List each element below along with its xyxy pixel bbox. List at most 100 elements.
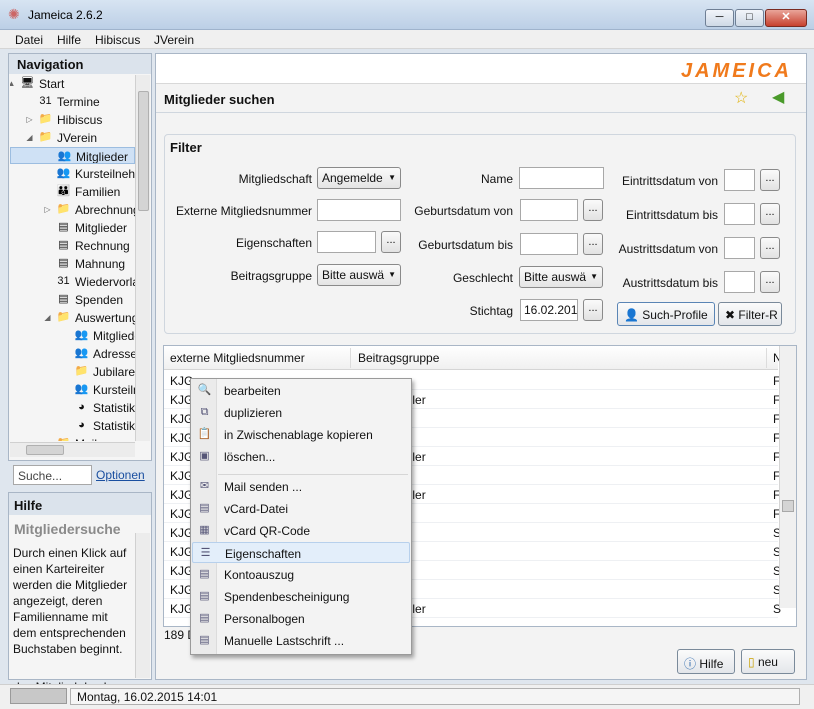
nav-item-9[interactable]: ▤ Rechnung: [10, 237, 135, 254]
mitgliedschaft-select[interactable]: Angemelde ▼: [317, 167, 401, 189]
nav-item-13[interactable]: ◢📁 Auswertungen: [10, 309, 135, 326]
navigation-search-input[interactable]: Suche...: [13, 465, 92, 485]
austritt-bis-dots-button[interactable]: ...: [760, 271, 780, 293]
ext-nr-field[interactable]: [317, 199, 401, 221]
nav-item-label: Statistik: [93, 419, 135, 433]
maximize-button[interactable]: □: [735, 9, 764, 27]
nav-item-8[interactable]: ▤ Mitglieder: [10, 219, 135, 236]
geburt-bis-dots-button[interactable]: ...: [583, 233, 603, 255]
eintritt-von-field[interactable]: [724, 169, 755, 191]
nav-item-16[interactable]: 📁 Jubilare: [10, 363, 135, 380]
column-beitragsgruppe[interactable]: Beitragsgruppe: [358, 351, 439, 365]
help-paragraph-1: Durch einen Klick auf einen Karteireiter…: [13, 546, 128, 656]
report-icon: ▤: [199, 634, 210, 646]
close-button[interactable]: ✕: [765, 9, 807, 27]
eintritt-bis-dots-button[interactable]: ...: [760, 203, 780, 225]
expand-toggle-icon[interactable]: ◢: [40, 311, 55, 324]
menu-item-kontoauszug[interactable]: ▤ Kontoauszug: [192, 564, 410, 585]
eigenschaften-field[interactable]: [317, 231, 376, 253]
user-icon: 👤: [624, 308, 639, 322]
options-link[interactable]: Optionen: [96, 468, 145, 482]
table-scrollbar[interactable]: [779, 346, 796, 608]
stichtag-dots-button[interactable]: ...: [583, 299, 603, 321]
name-field[interactable]: [519, 167, 604, 189]
nav-item-label: Familien: [75, 185, 121, 199]
beitragsgruppe-label: Beitragsgruppe: [230, 269, 312, 283]
nav-item-18[interactable]: ◕ Statistik: [10, 399, 135, 416]
menu-item-vcard-qr-code[interactable]: ▦ vCard QR-Code: [192, 520, 410, 541]
nav-item-6[interactable]: 👪 Familien: [10, 183, 135, 200]
menu-datei[interactable]: Datei: [15, 33, 43, 47]
austritt-von-field[interactable]: [724, 237, 755, 259]
new-document-icon: ▯: [748, 655, 755, 669]
menu-item-manuelle-lastschrift[interactable]: ▤ Manuelle Lastschrift ...: [192, 630, 410, 651]
filter-reset-button[interactable]: ✖ Filter-R: [718, 302, 782, 326]
nav-item-10[interactable]: ▤ Mahnung: [10, 255, 135, 272]
nav-item-4[interactable]: 👥 Mitglieder: [10, 147, 135, 164]
menu-item-vcard-datei[interactable]: ▤ vCard-Datei: [192, 498, 410, 519]
navigation-scrollbar[interactable]: [135, 75, 150, 441]
beitragsgruppe-select[interactable]: Bitte auswä ▼: [317, 264, 401, 286]
nav-item-5[interactable]: 👥 Kursteilnehmer: [10, 165, 135, 182]
geburt-bis-field[interactable]: [520, 233, 578, 255]
nav-item-label: Rechnung: [75, 239, 130, 253]
menu-item-in-zwischenablage-kopieren[interactable]: 📋 in Zwischenablage kopieren: [192, 424, 410, 445]
nav-item-14[interactable]: 👥 Mitglieder: [10, 327, 135, 344]
nav-item-label: Mitglieder: [76, 150, 129, 164]
nav-item-12[interactable]: ▤ Spenden: [10, 291, 135, 308]
nav-item-20[interactable]: ▷📁 Mail: [10, 435, 135, 441]
nav-item-7[interactable]: ▷ 📁 Abrechnung: [10, 201, 135, 218]
help-button[interactable]: ⓘ Hilfe: [677, 649, 735, 674]
nav-item-1[interactable]: 31 Termine: [10, 93, 135, 110]
nav-item-2[interactable]: ▷ 📁 Hibiscus: [10, 111, 135, 128]
nav-item-19[interactable]: ◕ Statistik: [10, 417, 135, 434]
austritt-bis-field[interactable]: [724, 271, 755, 293]
nav-item-17[interactable]: 👥 Kursteilnehmer: [10, 381, 135, 398]
expand-toggle-icon[interactable]: ▷: [40, 437, 55, 441]
nav-item-3[interactable]: ◢ 📁 JVerein: [10, 129, 135, 146]
menu-item-label: Mail senden ...: [224, 480, 303, 494]
minimize-button[interactable]: ─: [705, 9, 734, 27]
menu-separator: [218, 474, 408, 475]
geburt-von-dots-button[interactable]: ...: [583, 199, 603, 221]
expand-toggle-icon[interactable]: ◢: [22, 131, 37, 144]
folder-icon: 📁: [56, 311, 71, 323]
menu-hilfe[interactable]: Hilfe: [57, 33, 81, 47]
star-icon[interactable]: ☆: [734, 88, 748, 108]
magnifier-icon: 🔍: [197, 384, 212, 396]
menu-jverein[interactable]: JVerein: [154, 33, 194, 47]
nav-item-11[interactable]: 31 Wiedervorlage: [10, 273, 135, 290]
navigation-hscrollbar[interactable]: [10, 442, 135, 457]
austritt-von-dots-button[interactable]: ...: [760, 237, 780, 259]
menu-item-eigenschaften[interactable]: ☰ Eigenschaften: [192, 542, 410, 563]
nav-item-0[interactable]: ▲ 🖥 Start: [10, 75, 135, 92]
menu-hibiscus[interactable]: Hibiscus: [95, 33, 140, 47]
nav-item-15[interactable]: 👥 Adressen: [10, 345, 135, 362]
menu-item-duplizieren[interactable]: ⧉ duplizieren: [192, 402, 410, 423]
menu-item-mail-senden[interactable]: ✉ Mail senden ...: [192, 476, 410, 497]
delete-icon: ▣: [199, 450, 210, 462]
table-header: externe Mitgliedsnummer Beitragsgruppe N: [164, 346, 782, 370]
menu-item-löschen[interactable]: ▣ löschen...: [192, 446, 410, 467]
expand-toggle-icon[interactable]: ▷: [40, 203, 55, 216]
eigenschaften-dots-button[interactable]: ...: [381, 231, 401, 253]
such-profile-button[interactable]: 👤 Such-Profile: [617, 302, 715, 326]
eintritt-bis-field[interactable]: [724, 203, 755, 225]
menu-item-label: löschen...: [224, 450, 276, 464]
expand-toggle-icon[interactable]: ▷: [22, 113, 37, 126]
expand-toggle-icon[interactable]: ▲: [10, 77, 19, 90]
eintritt-von-dots-button[interactable]: ...: [760, 169, 780, 191]
geschlecht-select[interactable]: Bitte auswä ▼: [519, 266, 603, 288]
geburt-bis-label: Geburtsdatum bis: [418, 238, 513, 252]
stichtag-field[interactable]: 16.02.2015: [520, 299, 578, 321]
new-button[interactable]: ▯ neu: [741, 649, 795, 674]
menu-item-personalbogen[interactable]: ▤ Personalbogen: [192, 608, 410, 629]
geburt-von-field[interactable]: [520, 199, 578, 221]
back-arrow-icon[interactable]: ◀: [772, 87, 784, 107]
menu-item-bearbeiten[interactable]: 🔍 bearbeiten: [192, 380, 410, 401]
help-scrollbar[interactable]: [135, 533, 150, 678]
column-ext-nr[interactable]: externe Mitgliedsnummer: [170, 351, 305, 365]
nav-item-label: Statistik: [93, 401, 135, 415]
members-icon: 👥: [57, 150, 72, 162]
menu-item-spendenbescheinigung[interactable]: ▤ Spendenbescheinigung: [192, 586, 410, 607]
